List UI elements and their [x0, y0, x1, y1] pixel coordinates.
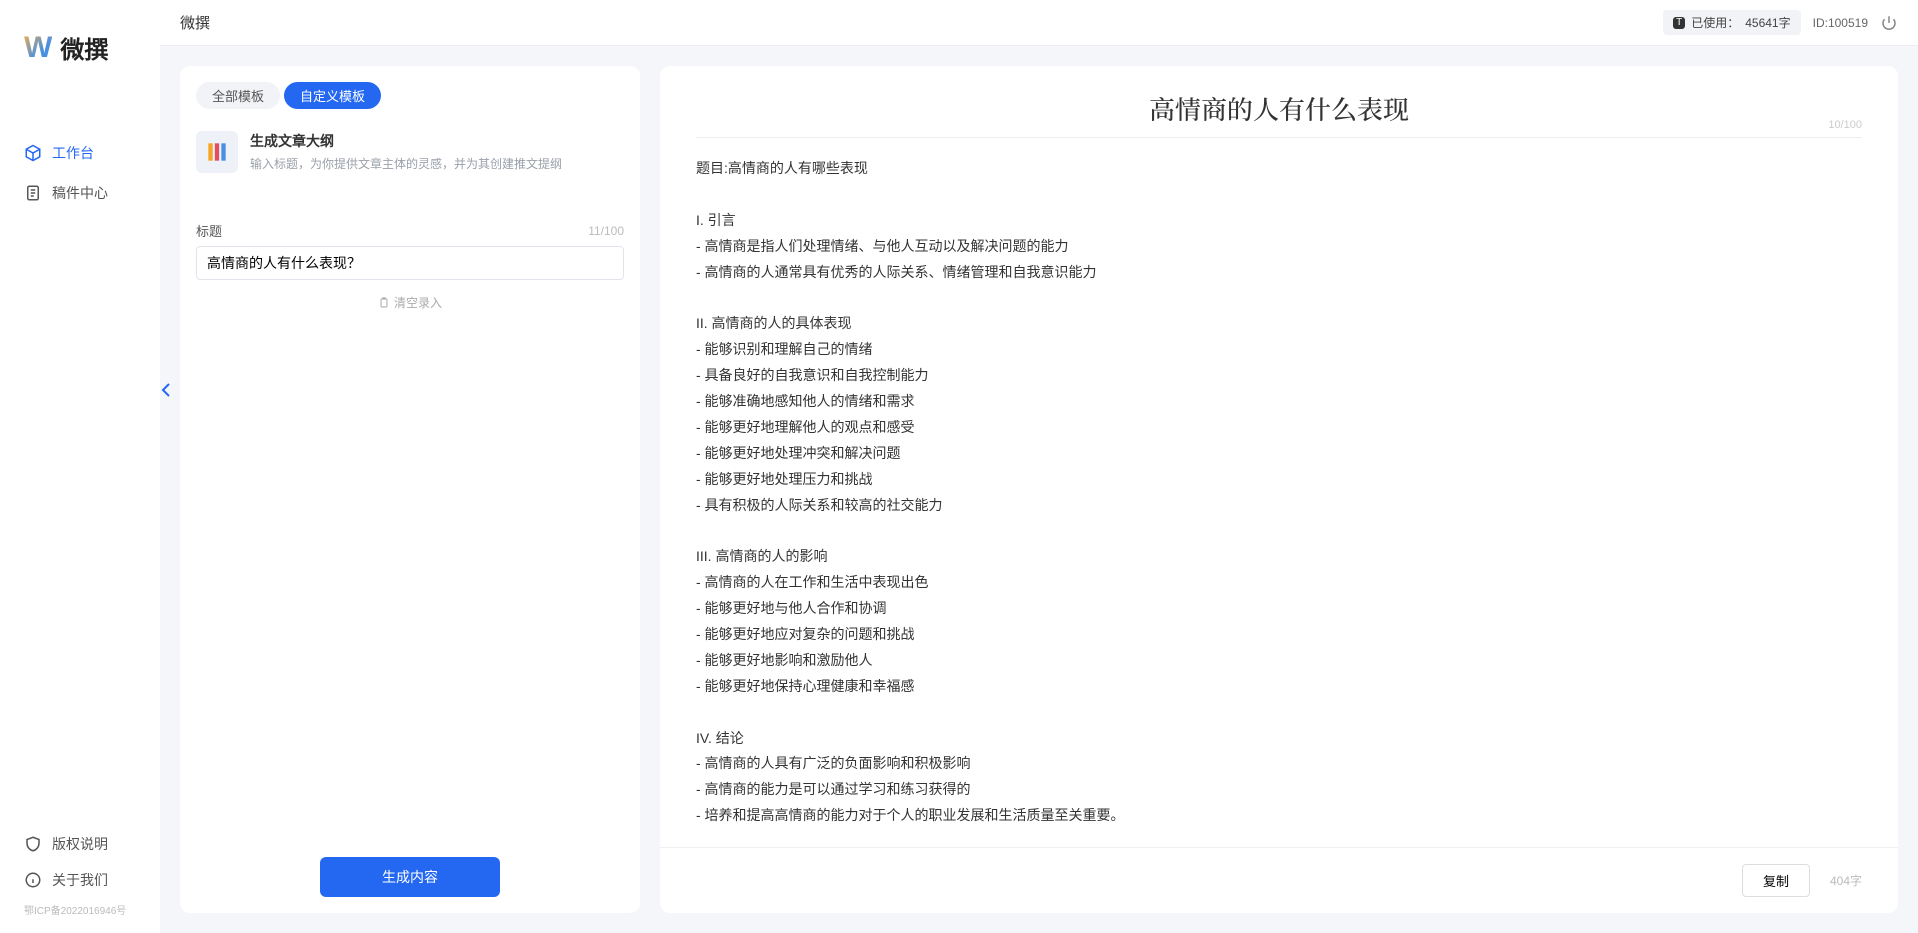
tab-all-templates[interactable]: 全部模板: [196, 82, 280, 109]
books-icon: [204, 139, 230, 165]
result-panel: 高情商的人有什么表现 10/100 题目:高情商的人有哪些表现 I. 引言 - …: [660, 66, 1898, 913]
tab-custom-templates[interactable]: 自定义模板: [284, 82, 381, 109]
cube-icon: [24, 144, 42, 162]
sidebar-item-about[interactable]: 关于我们: [0, 864, 160, 896]
word-count: 404字: [1830, 872, 1862, 889]
divider: [696, 137, 1862, 138]
text-count-icon: T: [1673, 17, 1685, 29]
topbar: 微撰 T 已使用： 45641字 ID:100519: [160, 0, 1918, 46]
template-panel: 全部模板 自定义模板 生成文章大纲 输入标题，为你提供文章主体的灵感，并为其创建…: [180, 66, 640, 913]
form-area: 标题 11/100 清空录入: [180, 185, 640, 841]
logo-text: 微撰: [60, 30, 108, 65]
sidebar-nav: 工作台 稿件中心: [0, 135, 160, 211]
power-button[interactable]: [1880, 14, 1898, 32]
main: 微撰 T 已使用： 45641字 ID:100519 全部模板 自定: [160, 0, 1918, 933]
result-title: 高情商的人有什么表现: [696, 90, 1862, 127]
clipboard-icon: [378, 297, 390, 309]
template-title: 生成文章大纲: [250, 131, 562, 151]
template-card[interactable]: 生成文章大纲 输入标题，为你提供文章主体的灵感，并为其创建推文提纲: [180, 119, 640, 185]
chevron-left-icon: [161, 382, 171, 398]
generate-button[interactable]: 生成内容: [320, 857, 500, 897]
sidebar-item-label: 版权说明: [52, 834, 108, 854]
usage-prefix: 已使用：: [1691, 14, 1739, 31]
app-root: W 微撰 工作台 稿件中心 版权说明 关于我们 鄂ICP备2022016946号: [0, 0, 1918, 933]
sidebar-bottom: 版权说明 关于我们 鄂ICP备2022016946号: [0, 828, 160, 923]
copy-button[interactable]: 复制: [1742, 864, 1810, 897]
power-icon: [1880, 14, 1898, 32]
clear-input-label: 清空录入: [394, 294, 442, 311]
usage-badge[interactable]: T 已使用： 45641字: [1663, 10, 1801, 35]
title-counter: 11/100: [588, 224, 624, 238]
info-icon: [24, 871, 42, 889]
sidebar-collapse-handle[interactable]: [160, 370, 172, 410]
topbar-title: 微撰: [180, 12, 210, 33]
logo: W 微撰: [0, 30, 160, 95]
result-footer: 复制 404字: [660, 847, 1898, 913]
shield-icon: [24, 835, 42, 853]
sidebar-item-label: 关于我们: [52, 870, 108, 890]
sidebar-item-label: 工作台: [52, 143, 94, 163]
template-desc: 输入标题，为你提供文章主体的灵感，并为其创建推文提纲: [250, 155, 562, 172]
content: 全部模板 自定义模板 生成文章大纲 输入标题，为你提供文章主体的灵感，并为其创建…: [160, 46, 1918, 933]
title-input[interactable]: [196, 246, 624, 280]
template-icon: [196, 131, 238, 173]
usage-value: 45641字: [1745, 14, 1790, 31]
user-id: ID:100519: [1813, 16, 1868, 30]
result-body[interactable]: 题目:高情商的人有哪些表现 I. 引言 - 高情商是指人们处理情绪、与他人互动以…: [660, 146, 1898, 847]
tab-label: 自定义模板: [300, 89, 365, 104]
sidebar-item-label: 稿件中心: [52, 183, 108, 203]
tab-label: 全部模板: [212, 89, 264, 104]
title-label: 标题: [196, 221, 222, 240]
generate-button-label: 生成内容: [382, 869, 438, 885]
sidebar-item-drafts[interactable]: 稿件中心: [0, 175, 160, 211]
sidebar-item-copyright[interactable]: 版权说明: [0, 828, 160, 860]
doc-icon: [24, 184, 42, 202]
copy-button-label: 复制: [1763, 874, 1789, 889]
logo-mark-icon: W: [24, 31, 52, 65]
sidebar-item-workbench[interactable]: 工作台: [0, 135, 160, 171]
sidebar: W 微撰 工作台 稿件中心 版权说明 关于我们 鄂ICP备2022016946号: [0, 0, 160, 933]
result-title-counter: 10/100: [1828, 119, 1862, 131]
template-tabs: 全部模板 自定义模板: [180, 66, 640, 119]
clear-input-button[interactable]: 清空录入: [196, 294, 624, 311]
result-head: 高情商的人有什么表现 10/100: [660, 66, 1898, 137]
left-footer: 生成内容: [180, 841, 640, 913]
icp-text: 鄂ICP备2022016946号: [0, 900, 160, 917]
